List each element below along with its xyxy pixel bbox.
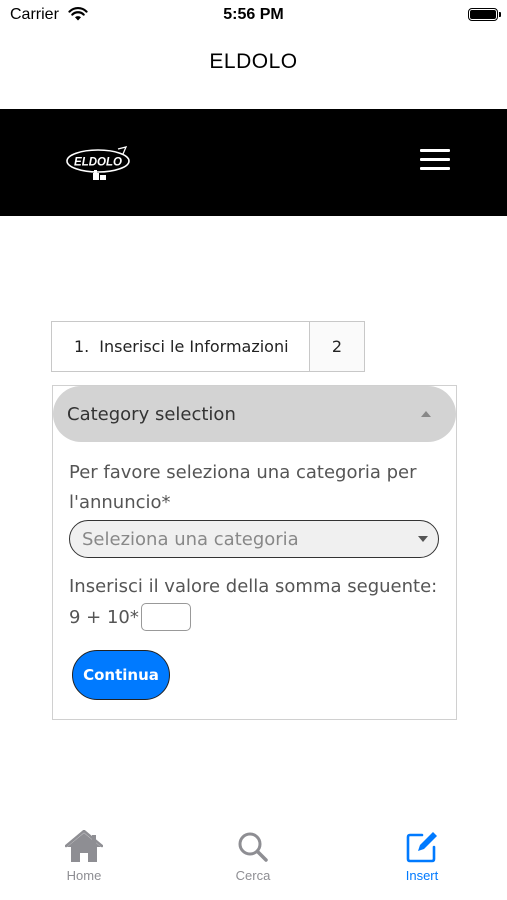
- svg-text:ELDOLO: ELDOLO: [74, 157, 122, 169]
- eldolo-logo[interactable]: ELDOLO: [66, 145, 134, 185]
- sum-required-mark: *: [129, 606, 139, 628]
- required-mark: *: [161, 492, 171, 513]
- category-label: Per favore seleziona una categoria per l…: [69, 458, 439, 518]
- clock: 5:56 PM: [223, 6, 284, 23]
- sum-answer-input[interactable]: [140, 603, 191, 631]
- tab-bar: Home Cerca Insert: [0, 830, 507, 900]
- step-2-number: 2: [331, 337, 343, 356]
- steps-indicator: 1. Inserisci le Informazioni 2: [51, 321, 365, 372]
- tab-cerca-label: Cerca: [235, 868, 271, 883]
- caret-up-icon: [421, 411, 431, 417]
- accordion-header[interactable]: Category selection: [53, 386, 456, 442]
- category-label-text: Per favore seleziona una categoria per l…: [69, 462, 417, 513]
- battery-icon: [468, 8, 501, 21]
- accordion-title: Category selection: [67, 403, 236, 425]
- sum-label: Inserisci il valore della somma seguente…: [69, 576, 438, 597]
- nav-title: ELDOLO: [209, 50, 298, 73]
- compose-icon: [406, 832, 437, 863]
- tab-insert[interactable]: Insert: [372, 830, 472, 883]
- category-select-placeholder: Seleziona una categoria: [82, 528, 299, 550]
- step-1[interactable]: 1. Inserisci le Informazioni: [52, 322, 310, 371]
- hamburger-menu-icon[interactable]: [420, 149, 450, 175]
- step-2[interactable]: 2: [310, 322, 364, 371]
- continue-button[interactable]: Continua: [72, 650, 170, 700]
- home-icon: [65, 830, 103, 862]
- site-header: ELDOLO: [0, 109, 507, 216]
- status-bar: Carrier 5:56 PM: [0, 0, 507, 30]
- category-select[interactable]: Seleziona una categoria: [69, 520, 439, 558]
- step-1-number: 1.: [74, 337, 90, 356]
- tab-cerca[interactable]: Cerca: [203, 830, 303, 883]
- search-icon: [238, 832, 268, 862]
- tab-insert-label: Insert: [405, 868, 439, 883]
- sum-row: 9 + 10 *: [69, 602, 191, 632]
- tab-home[interactable]: Home: [34, 830, 134, 883]
- tab-home-label: Home: [66, 868, 102, 883]
- sum-expression: 9 + 10: [69, 606, 130, 628]
- chevron-down-icon: [418, 536, 428, 542]
- step-1-label: Inserisci le Informazioni: [99, 337, 289, 356]
- category-selection-card: Category selection Per favore seleziona …: [52, 385, 457, 720]
